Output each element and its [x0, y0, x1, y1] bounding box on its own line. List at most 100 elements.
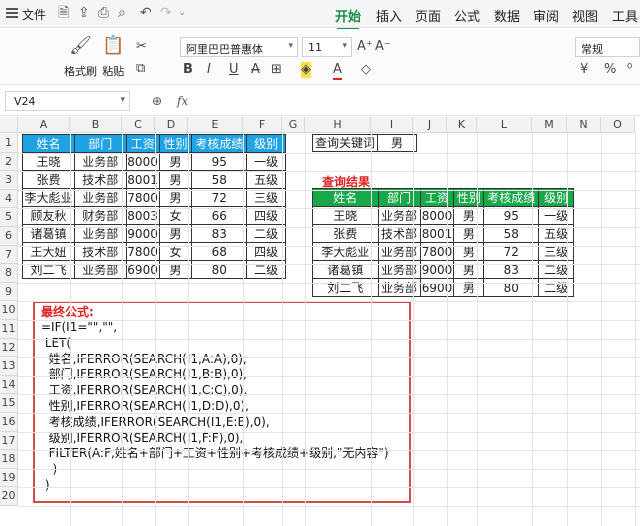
column-header[interactable]: B — [70, 117, 122, 133]
table-cell[interactable]: 李大彪业 — [22, 188, 75, 207]
fx-icon[interactable]: fx — [177, 94, 188, 108]
row-header[interactable]: 8 — [0, 264, 18, 283]
bold-icon[interactable]: B — [183, 62, 193, 78]
table-cell[interactable]: 二级 — [538, 278, 574, 297]
row-header[interactable]: 10 — [0, 301, 18, 320]
print-icon[interactable]: ⎙ — [98, 5, 109, 21]
tab-page[interactable]: 页面 — [415, 6, 441, 25]
table-cell[interactable]: 男 — [453, 260, 485, 279]
table-cell[interactable]: 刘二飞 — [312, 278, 379, 297]
table-cell[interactable]: 80 — [483, 278, 540, 297]
tab-home[interactable]: 开始 — [335, 6, 361, 30]
clear-format-icon[interactable]: ◇ — [361, 62, 371, 78]
thousands-icon[interactable]: ⁰ — [627, 62, 632, 78]
row-header[interactable]: 5 — [0, 208, 18, 227]
row-header[interactable]: 19 — [0, 468, 18, 488]
spreadsheet-grid[interactable]: 姓名 部门 工资 性别 考核成绩 级别 王晓 业务部 8000 男 95 一级 张费 技术部 8001 男 5… — [0, 117, 640, 526]
column-header[interactable]: M — [532, 117, 567, 133]
table-cell[interactable]: 业务部 — [73, 188, 127, 207]
column-header[interactable]: F — [243, 117, 282, 133]
italic-icon[interactable]: I — [207, 62, 211, 78]
table-cell[interactable]: 三级 — [246, 188, 286, 207]
column-header[interactable]: H — [305, 117, 371, 133]
table-cell[interactable]: 83 — [483, 260, 540, 279]
row-header[interactable]: 2 — [0, 152, 18, 172]
tab-view[interactable]: 视图 — [572, 6, 598, 25]
tab-tools[interactable]: 工具 — [612, 6, 638, 25]
currency-icon[interactable]: ¥ — [580, 62, 588, 78]
table-cell[interactable]: 二级 — [246, 260, 286, 279]
row-header[interactable]: 9 — [0, 282, 18, 302]
table-cell[interactable]: 业务部 — [73, 260, 127, 279]
row-header[interactable]: 16 — [0, 413, 18, 432]
row-header[interactable]: 12 — [0, 338, 18, 358]
select-all-corner[interactable] — [0, 117, 18, 133]
redo-icon[interactable]: ↷ — [160, 5, 172, 21]
row-header[interactable]: 17 — [0, 431, 18, 451]
column-header[interactable]: J — [413, 117, 447, 133]
table-cell[interactable]: 95 — [191, 152, 248, 171]
row-header[interactable]: 13 — [0, 357, 18, 376]
column-header[interactable]: D — [155, 117, 188, 133]
query-keyword-input[interactable]: 男 — [378, 134, 417, 152]
column-header[interactable]: K — [447, 117, 477, 133]
table-cell[interactable]: 72 — [191, 188, 248, 207]
percent-icon[interactable]: % — [604, 62, 616, 78]
font-size-select[interactable]: 11 ▾ — [302, 37, 352, 57]
table-cell[interactable]: 男 — [453, 278, 485, 297]
paste-button[interactable]: 📋 粘贴 — [102, 35, 124, 79]
formula-input[interactable] — [196, 91, 636, 111]
table-cell[interactable]: 80 — [191, 260, 248, 279]
table-cell[interactable]: 五级 — [246, 170, 286, 189]
table-cell[interactable]: 男 — [158, 152, 193, 171]
menu-icon[interactable] — [6, 8, 18, 18]
column-header[interactable]: N — [567, 117, 601, 133]
table-cell[interactable]: 6900 — [419, 278, 455, 297]
save-icon[interactable]: 🗎 — [58, 5, 69, 21]
strikethrough-icon[interactable]: A — [251, 62, 260, 78]
column-header[interactable]: I — [371, 117, 413, 133]
table-cell[interactable]: 男 — [158, 188, 193, 207]
format-painter-button[interactable]: 🖌 格式刷 — [64, 35, 97, 79]
table-cell[interactable]: 男 — [158, 170, 193, 189]
file-menu[interactable]: 文件 — [22, 6, 46, 23]
tab-review[interactable]: 审阅 — [533, 6, 559, 25]
column-header[interactable]: L — [477, 117, 532, 133]
table-cell[interactable]: 王晓 — [22, 152, 75, 171]
row-header[interactable]: 11 — [0, 320, 18, 339]
print-preview-icon[interactable]: ⌕ — [118, 5, 126, 21]
font-name-select[interactable]: 阿里巴巴普惠体 ▾ — [180, 37, 298, 57]
table-cell[interactable]: 男 — [158, 260, 193, 279]
increase-font-icon[interactable]: A⁺ — [357, 39, 373, 55]
font-color-icon[interactable]: A — [333, 62, 342, 80]
column-header[interactable]: O — [601, 117, 635, 133]
tab-formulas[interactable]: 公式 — [454, 6, 480, 25]
fill-color-icon[interactable]: ◈ — [301, 62, 311, 78]
column-header[interactable]: C — [122, 117, 155, 133]
row-header[interactable]: 18 — [0, 450, 18, 469]
zoom-icon[interactable]: ⊕ — [152, 94, 162, 108]
cut-icon[interactable]: ✂ — [136, 39, 147, 55]
tab-insert[interactable]: 插入 — [376, 6, 402, 25]
tab-data[interactable]: 数据 — [494, 6, 520, 25]
row-header[interactable]: 1 — [0, 134, 18, 153]
export-icon[interactable]: ⇪ — [78, 5, 90, 21]
column-header[interactable]: G — [282, 117, 305, 133]
number-format-select[interactable]: 常规 — [575, 37, 640, 57]
table-cell[interactable]: 9000 — [419, 260, 455, 279]
name-box[interactable]: V24 ▾ — [5, 91, 130, 111]
column-header[interactable]: A — [18, 117, 70, 133]
border-icon[interactable]: ⊞ — [271, 62, 282, 78]
table-cell[interactable]: 业务部 — [73, 152, 127, 171]
row-header[interactable]: 20 — [0, 487, 18, 506]
table-cell[interactable]: 技术部 — [73, 170, 127, 189]
undo-icon[interactable]: ↶ — [140, 5, 152, 21]
decrease-font-icon[interactable]: A⁻ — [375, 39, 391, 55]
table-cell[interactable]: 58 — [191, 170, 248, 189]
table-cell[interactable]: 张费 — [22, 170, 75, 189]
underline-icon[interactable]: U — [229, 62, 239, 78]
row-header[interactable]: 15 — [0, 394, 18, 413]
table-cell[interactable]: 诸葛镇 — [312, 260, 379, 279]
table-cell[interactable]: 一级 — [246, 152, 286, 171]
chevron-down-icon[interactable]: ⌄ — [178, 5, 186, 21]
